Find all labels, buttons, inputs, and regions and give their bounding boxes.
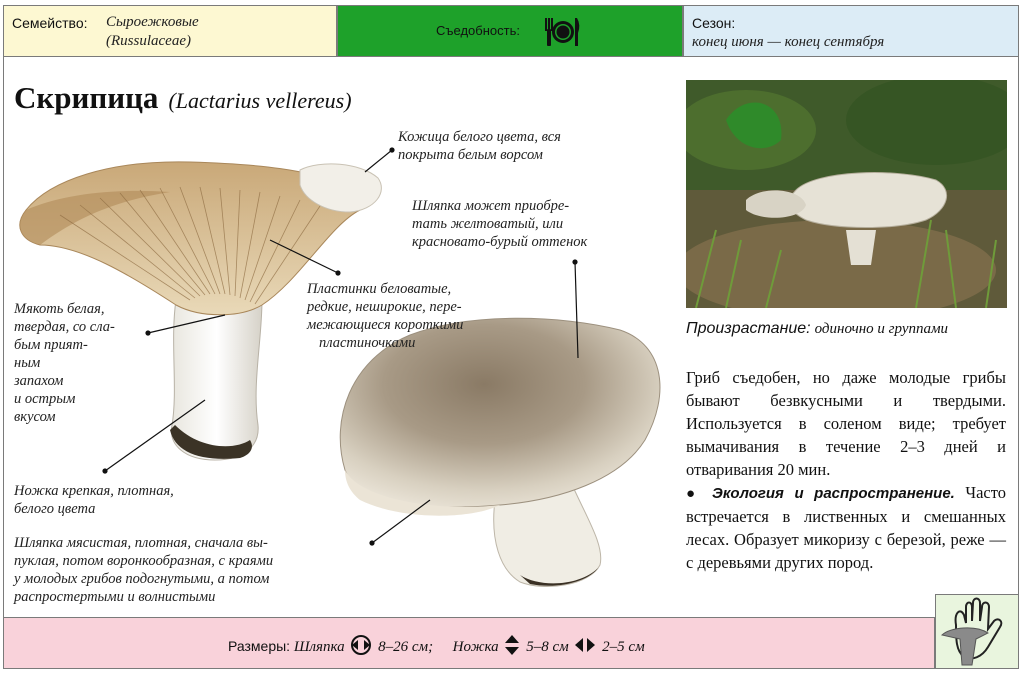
cap-diameter-icon	[350, 634, 372, 661]
habitat-value: одиночно и группами	[814, 321, 949, 337]
sizes-line: Размеры: Шляпка 8–26 см; Ножка 5–8 см 2–…	[228, 634, 645, 661]
description-block: Гриб съедобен, но даже молодые грибы быв…	[686, 366, 1006, 574]
sizes-label: Размеры:	[228, 637, 291, 654]
cap-size-label: Шляпка	[293, 638, 345, 655]
stem-size-label: Ножка	[452, 638, 499, 655]
stem-length-icon	[504, 634, 520, 661]
description-text: Гриб съедобен, но даже молодые грибы быв…	[686, 368, 1006, 479]
habitat-line: Произрастание: одиночно и группами	[686, 320, 948, 338]
habitat-label: Произрастание:	[686, 320, 811, 337]
mushroom-cap-illustration	[339, 317, 661, 588]
stem-width-icon	[574, 637, 596, 658]
cap-size-value: 8–26 см;	[378, 638, 434, 655]
annotation-cap-color: Шляпка может приобре-тать желтоватый, ил…	[412, 198, 588, 250]
annotation-flesh: Мякоть белая, твердая, со сла-бым прият-н…	[14, 301, 115, 425]
mushroom-card: Семейство: Сыроежковые (Russulaceae) Съе…	[0, 0, 1024, 672]
annotation-gills: Пластинки беловатые, редкие, неширокие, п…	[307, 281, 464, 351]
ecology-heading: ● Экология и распространение.	[686, 485, 955, 502]
stem-length-value: 5–8 см	[526, 638, 569, 655]
stem-width-value: 2–5 см	[602, 638, 645, 655]
annotation-skin: Кожица белого цвета, вся покрыта белым во…	[398, 129, 561, 163]
habitat-photo	[686, 80, 1007, 308]
hand-mushroom-icon	[935, 594, 1019, 669]
annotation-stem: Ножка крепкая, плотная, белого цвета	[14, 483, 174, 517]
annotation-cap: Шляпка мясистая, плотная, сначала вы-пук…	[14, 535, 274, 605]
